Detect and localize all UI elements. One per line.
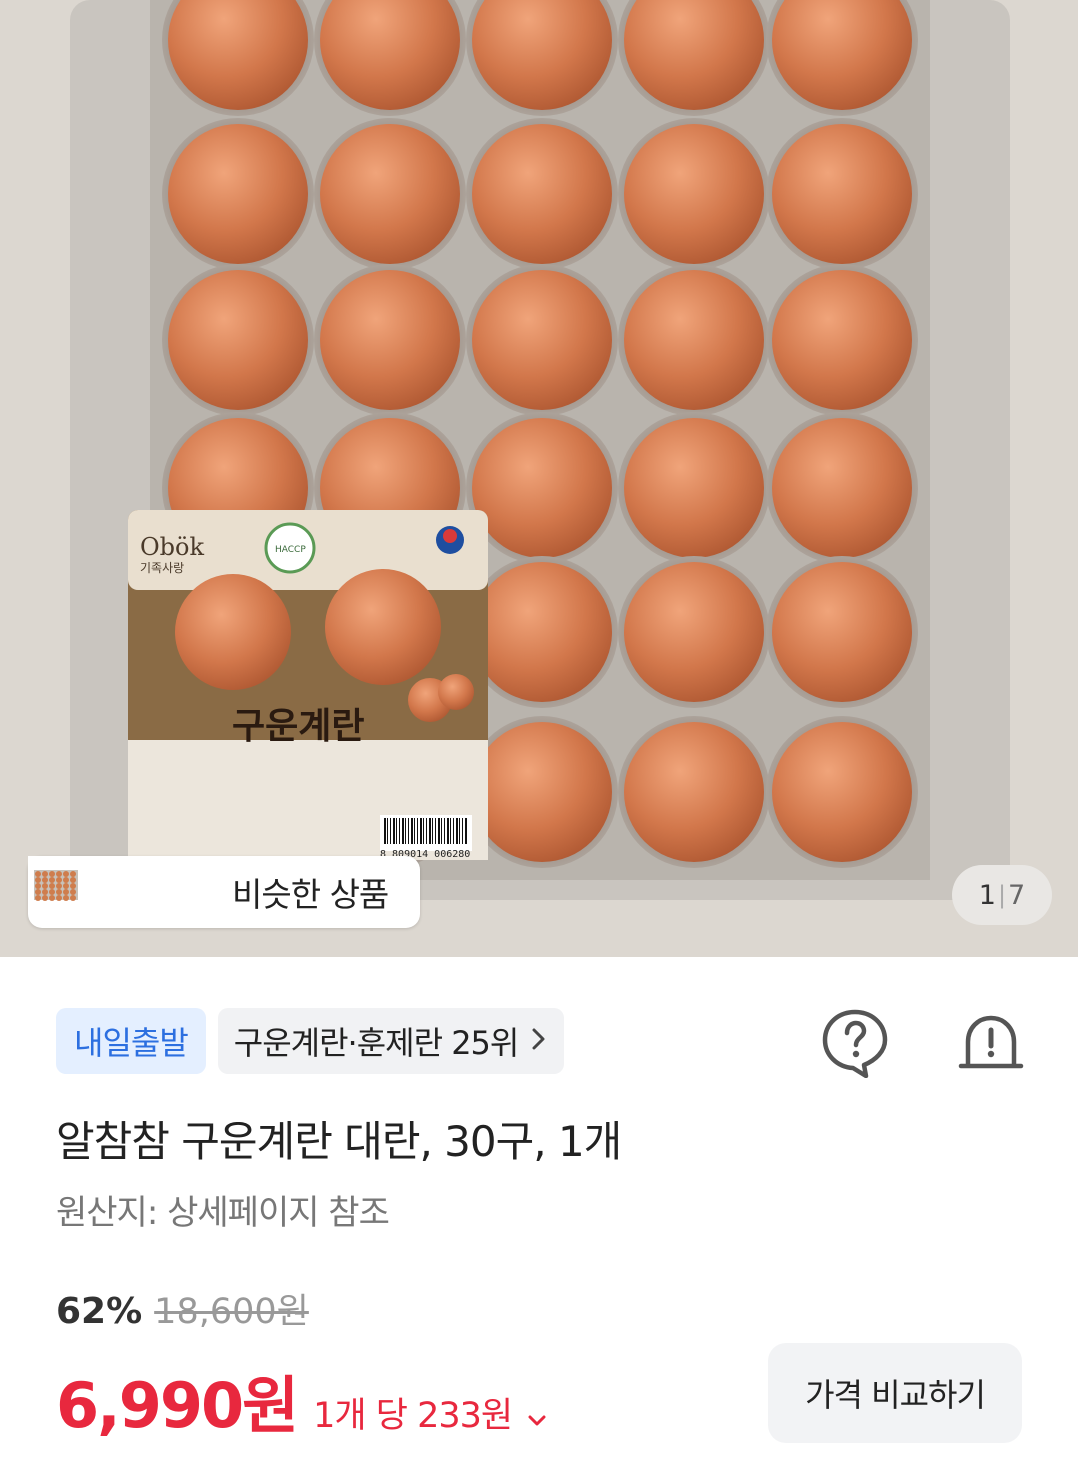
similar-products-label: 비슷한 상품: [232, 875, 389, 914]
barcode-bar: [444, 818, 445, 844]
alarm-icon[interactable]: [956, 1008, 1026, 1078]
egg-tray-photo: Obök 기족사랑 HACCP 구운계란 8 809014 006280: [0, 0, 1078, 957]
barcode-bar: [426, 818, 427, 844]
barcode-bar: [435, 818, 436, 844]
egg: [472, 124, 612, 264]
pager-total: 7: [1008, 879, 1026, 911]
chevron-right-icon: [532, 1025, 546, 1058]
sale-price: 6,990원: [56, 1369, 299, 1442]
barcode-bar: [465, 818, 467, 844]
egg: [624, 418, 764, 558]
barcode-bar: [459, 818, 460, 844]
pager-separator: |: [997, 881, 1007, 909]
original-price: 18,600원: [154, 1292, 309, 1332]
egg: [472, 722, 612, 862]
price-row: 6,990원 1개 당 233원: [56, 1355, 546, 1445]
pager-current: 1: [978, 879, 996, 911]
egg: [472, 418, 612, 558]
cut-off-row: [60, 1452, 360, 1482]
category-rank-label: 구운계란·훈제란 25위: [233, 1024, 520, 1062]
product-image[interactable]: Obök 기족사랑 HACCP 구운계란 8 809014 006280 비슷한…: [0, 0, 1078, 957]
discount-rate: 62%: [56, 1291, 143, 1332]
origin-text: 원산지: 상세페이지 참조: [56, 1193, 390, 1233]
discount-row: 62% 18,600원: [56, 1283, 309, 1334]
unit-price: 1개 당 233원: [313, 1396, 513, 1436]
egg: [624, 270, 764, 410]
svg-text:Obök: Obök: [140, 533, 204, 561]
egg: [624, 562, 764, 702]
egg: [320, 270, 460, 410]
barcode-bar: [429, 818, 431, 844]
egg: [472, 562, 612, 702]
barcode-bar: [402, 818, 404, 844]
barcode-bar: [462, 818, 463, 844]
svg-text:기족사랑: 기족사랑: [140, 561, 184, 575]
barcode-bar: [423, 818, 424, 844]
badge-row: 내일출발 구운계란·훈제란 25위: [56, 1008, 565, 1074]
svg-text:HACCP: HACCP: [275, 545, 306, 555]
egg: [624, 124, 764, 264]
barcode-bar: [450, 818, 451, 844]
egg-basket-thumbnail: [28, 856, 156, 920]
barcode-bar: [447, 818, 449, 844]
barcode-bar: [432, 818, 433, 844]
question-icon[interactable]: [820, 1008, 890, 1079]
egg-tray-thumbnail: [28, 856, 218, 920]
barcode-bar: [441, 818, 442, 844]
image-pager: 1 | 7: [952, 865, 1052, 925]
compare-price-button[interactable]: 가격 비교하기: [768, 1343, 1022, 1443]
barcode-bar: [387, 818, 388, 844]
unit-price-toggle[interactable]: 1개 당 233원: [313, 1387, 513, 1438]
similar-products-button[interactable]: 비슷한 상품: [28, 856, 420, 928]
barcode-bar: [411, 818, 413, 844]
egg: [772, 418, 912, 558]
egg: [168, 270, 308, 410]
barcode-bar: [405, 818, 406, 844]
barcode-bar: [399, 818, 400, 844]
barcode-bar: [456, 818, 458, 844]
egg: [320, 124, 460, 264]
egg: [772, 722, 912, 862]
barcode-bar: [396, 818, 397, 844]
barcode-bar: [408, 818, 409, 844]
barcode-bar: [453, 818, 454, 844]
product-label: Obök 기족사랑 HACCP 구운계란 8 809014 006280: [128, 510, 488, 860]
egg: [772, 270, 912, 410]
barcode-bar: [390, 818, 391, 844]
egg: [772, 562, 912, 702]
svg-text:구운계란: 구운계란: [232, 706, 364, 747]
barcode-bar: [384, 818, 386, 844]
barcode-bar: [420, 818, 422, 844]
product-title: 알참참 구운계란 대란, 30구, 1개: [56, 1117, 622, 1166]
barcode-bar: [393, 818, 395, 844]
category-rank-link[interactable]: 구운계란·훈제란 25위: [217, 1008, 565, 1074]
egg: [772, 124, 912, 264]
barcode-bar: [417, 818, 418, 844]
egg: [168, 124, 308, 264]
chevron-down-icon[interactable]: [528, 1415, 546, 1427]
delivery-badge: 내일출발: [56, 1008, 206, 1074]
egg: [472, 270, 612, 410]
barcode-bar: [438, 818, 440, 844]
barcode-bar: [414, 818, 415, 844]
egg: [624, 722, 764, 862]
